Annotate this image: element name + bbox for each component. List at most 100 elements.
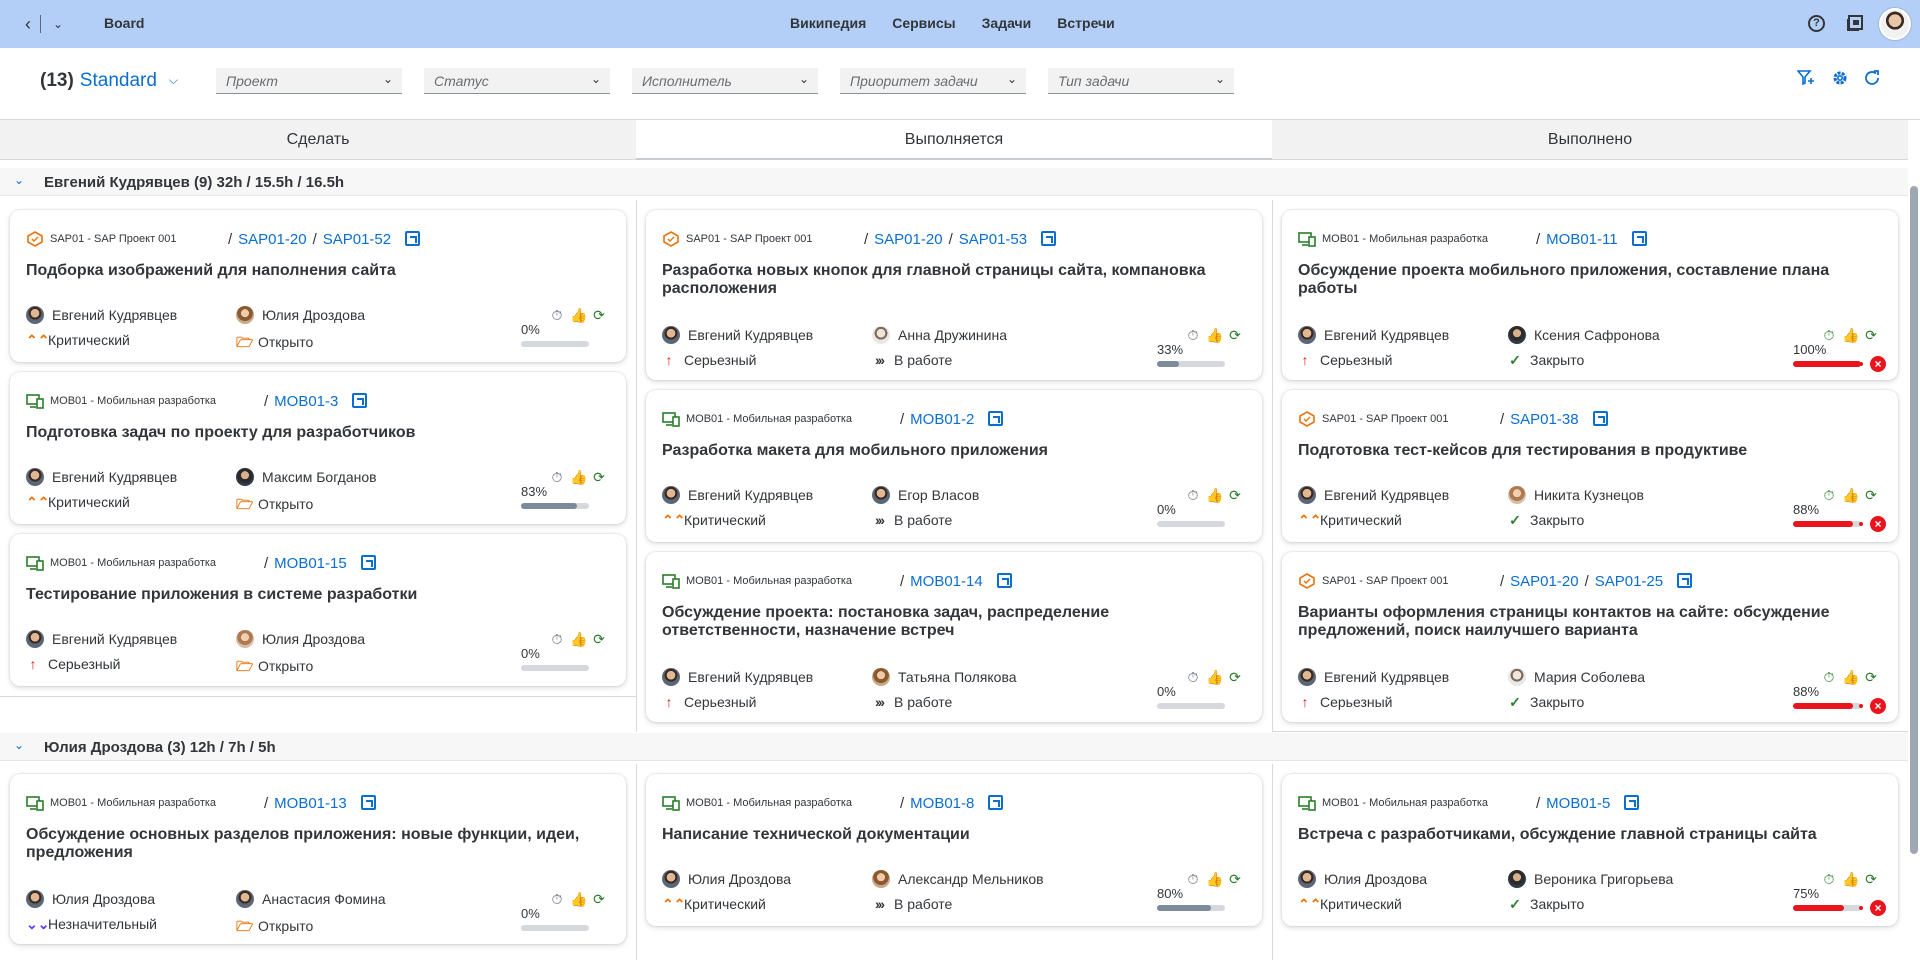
timer-icon[interactable]: ⏱ (1185, 487, 1201, 503)
issue-link[interactable]: SAP01-25 (1595, 573, 1663, 590)
approve-icon[interactable]: ⟳ (591, 307, 607, 323)
close-icon[interactable]: × (1870, 698, 1886, 714)
like-icon[interactable]: 👍 (1842, 871, 1859, 887)
task-title[interactable]: Подборка изображений для наполнения сайт… (26, 262, 606, 280)
open-external-icon[interactable] (352, 393, 368, 408)
approve-icon[interactable]: ⟳ (591, 469, 607, 485)
nav-item-wiki[interactable]: Википедия (790, 15, 866, 31)
issue-link[interactable]: MOB01-15 (274, 555, 347, 572)
issue-link[interactable]: SAP01-52 (323, 231, 391, 248)
approve-icon[interactable]: ⟳ (591, 631, 607, 647)
approve-icon[interactable]: ⟳ (1227, 669, 1243, 685)
like-icon[interactable]: 👍 (1842, 669, 1859, 685)
like-icon[interactable]: 👍 (570, 891, 587, 907)
filter-add-icon[interactable] (1797, 69, 1815, 87)
open-external-icon[interactable] (988, 795, 1004, 810)
issue-link[interactable]: SAP01-20 (874, 231, 942, 248)
task-card[interactable]: MOB01 - Мобильная разработка / MOB01-8 Напи… (646, 774, 1262, 926)
timer-icon[interactable]: ⏱ (1185, 669, 1201, 685)
task-card[interactable]: SAP01 - SAP Проект 001 / SAP01-38 Подготовк… (1282, 390, 1898, 542)
refresh-icon[interactable] (1863, 69, 1881, 87)
like-icon[interactable]: 👍 (570, 469, 587, 485)
group-header[interactable]: ⌄ Евгений Кудрявцев (9) 32h / 15.5h / 16.… (0, 168, 1908, 196)
open-external-icon[interactable] (360, 555, 376, 570)
task-card[interactable]: SAP01 - SAP Проект 001 / SAP01-20 / SAP01-25… (1282, 552, 1898, 722)
open-external-icon[interactable] (405, 231, 421, 246)
like-icon[interactable]: 👍 (1206, 487, 1223, 503)
notifications-icon[interactable] (1846, 15, 1863, 32)
issue-link[interactable]: MOB01-8 (910, 795, 974, 812)
timer-icon[interactable]: ⏱ (1821, 871, 1837, 887)
task-title[interactable]: Обсуждение основных разделов приложения:… (26, 826, 606, 862)
task-title[interactable]: Обсуждение проекта: постановка задач, ра… (662, 604, 1242, 640)
timer-icon[interactable]: ⏱ (1185, 327, 1201, 343)
approve-icon[interactable]: ⟳ (1863, 327, 1879, 343)
open-external-icon[interactable] (988, 411, 1004, 426)
nav-item-meetings[interactable]: Встречи (1057, 15, 1114, 31)
issue-link[interactable]: SAP01-20 (1510, 573, 1578, 590)
open-external-icon[interactable] (1624, 795, 1640, 810)
close-icon[interactable]: × (1870, 356, 1886, 372)
group-header[interactable]: ⌄ Юлия Дроздова (3) 12h / 7h / 5h (0, 733, 1908, 761)
issue-link[interactable]: MOB01-11 (1546, 231, 1617, 248)
task-title[interactable]: Встреча с разработчиками, обсуждение гла… (1298, 826, 1878, 844)
back-icon[interactable]: ‹ (18, 14, 38, 34)
issue-link[interactable]: MOB01-5 (1546, 795, 1610, 812)
like-icon[interactable]: 👍 (1206, 871, 1223, 887)
timer-icon[interactable]: ⏱ (549, 307, 565, 323)
open-external-icon[interactable] (1631, 231, 1647, 246)
chevron-down-icon[interactable]: ⌄ (14, 738, 24, 752)
task-card[interactable]: MOB01 - Мобильная разработка / MOB01-13 Обс… (10, 774, 626, 944)
settings-icon[interactable] (1831, 69, 1849, 87)
issue-link[interactable]: SAP01-53 (959, 231, 1027, 248)
approve-icon[interactable]: ⟳ (1863, 669, 1879, 685)
like-icon[interactable]: 👍 (570, 307, 587, 323)
open-external-icon[interactable] (1677, 573, 1693, 588)
variant-selector[interactable]: (13) Standard ⌵ (40, 70, 178, 92)
task-card[interactable]: MOB01 - Мобильная разработка / MOB01-15 Тес… (10, 534, 626, 686)
task-card[interactable]: MOB01 - Мобильная разработка / MOB01-3 Подг… (10, 372, 626, 524)
timer-icon[interactable]: ⏱ (549, 469, 565, 485)
timer-icon[interactable]: ⏱ (1821, 327, 1837, 343)
task-title[interactable]: Подготовка тест-кейсов для тестирования … (1298, 442, 1878, 460)
scrollbar[interactable] (1910, 186, 1918, 854)
open-external-icon[interactable] (996, 573, 1012, 588)
filter-priority[interactable]: Приоритет задачи ⌄ (840, 68, 1026, 94)
approve-icon[interactable]: ⟳ (1863, 871, 1879, 887)
issue-link[interactable]: SAP01-38 (1510, 411, 1578, 428)
like-icon[interactable]: 👍 (1842, 327, 1859, 343)
help-icon[interactable]: ? (1808, 15, 1825, 32)
chevron-down-icon[interactable]: ⌄ (14, 173, 24, 187)
issue-link[interactable]: MOB01-13 (274, 795, 347, 812)
like-icon[interactable]: 👍 (1206, 669, 1223, 685)
approve-icon[interactable]: ⟳ (1227, 871, 1243, 887)
timer-icon[interactable]: ⏱ (549, 891, 565, 907)
task-title[interactable]: Разработка новых кнопок для главной стра… (662, 262, 1242, 298)
task-card[interactable]: MOB01 - Мобильная разработка / MOB01-11 Обс… (1282, 210, 1898, 380)
approve-icon[interactable]: ⟳ (591, 891, 607, 907)
filter-assignee[interactable]: Исполнитель ⌄ (632, 68, 818, 94)
task-title[interactable]: Разработка макета для мобильного приложе… (662, 442, 1242, 460)
approve-icon[interactable]: ⟳ (1227, 487, 1243, 503)
issue-link[interactable]: SAP01-20 (238, 231, 306, 248)
task-card[interactable]: MOB01 - Мобильная разработка / MOB01-14 Обс… (646, 552, 1262, 722)
filter-project[interactable]: Проект ⌄ (216, 68, 402, 94)
user-avatar[interactable] (1879, 8, 1911, 40)
chevron-down-icon[interactable]: ⌄ (48, 14, 68, 34)
task-card[interactable]: MOB01 - Мобильная разработка / MOB01-2 Разр… (646, 390, 1262, 542)
task-card[interactable]: SAP01 - SAP Проект 001 / SAP01-20 / SAP01-53… (646, 210, 1262, 380)
task-title[interactable]: Варианты оформления страницы контактов н… (1298, 604, 1878, 640)
nav-item-services[interactable]: Сервисы (892, 15, 955, 31)
timer-icon[interactable]: ⏱ (1821, 487, 1837, 503)
timer-icon[interactable]: ⏱ (1821, 669, 1837, 685)
task-title[interactable]: Подготовка задач по проекту для разработ… (26, 424, 606, 442)
close-icon[interactable]: × (1870, 516, 1886, 532)
open-external-icon[interactable] (1041, 231, 1057, 246)
approve-icon[interactable]: ⟳ (1227, 327, 1243, 343)
issue-link[interactable]: MOB01-14 (910, 573, 983, 590)
nav-item-tasks[interactable]: Задачи (982, 15, 1032, 31)
like-icon[interactable]: 👍 (570, 631, 587, 647)
task-card[interactable]: SAP01 - SAP Проект 001 / SAP01-20 / SAP01-52… (10, 210, 626, 362)
timer-icon[interactable]: ⏱ (1185, 871, 1201, 887)
open-external-icon[interactable] (1592, 411, 1608, 426)
